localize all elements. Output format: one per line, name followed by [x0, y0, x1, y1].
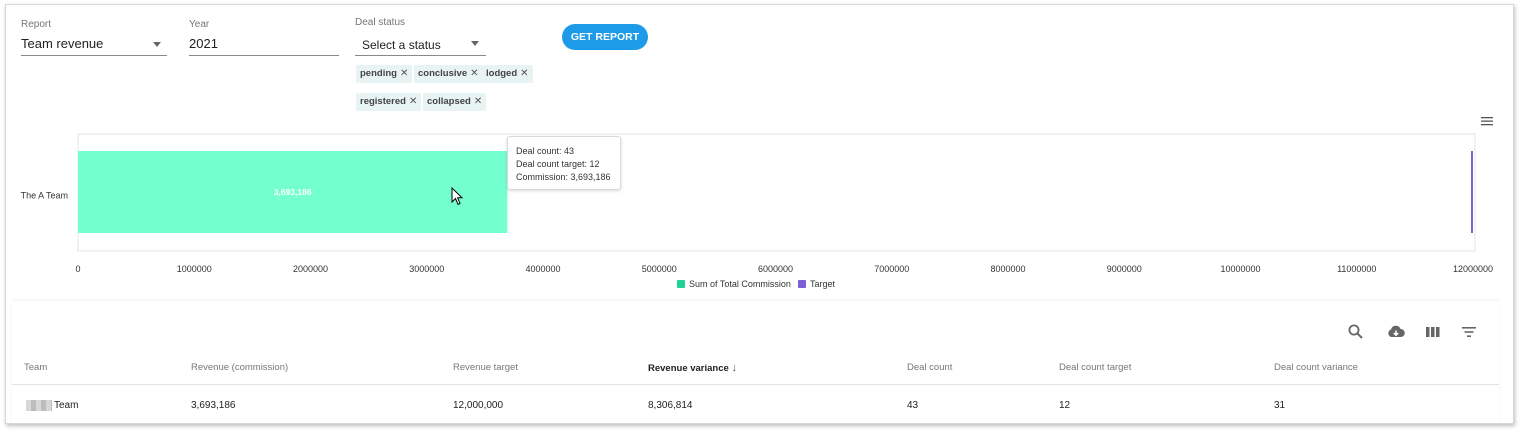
chevron-down-icon: [153, 42, 161, 47]
x-tick-label: 2000000: [293, 264, 328, 274]
cell-revenue-variance: 8,306,814: [648, 400, 693, 411]
x-tick-label: 12000000: [1453, 264, 1493, 274]
close-icon[interactable]: ✕: [400, 68, 408, 79]
cell-deal-count-target: 12: [1059, 400, 1071, 411]
cloud-download-icon[interactable]: [1386, 323, 1406, 341]
tooltip-deal-count-target: Deal count target: 12: [516, 159, 600, 169]
x-tick-label: 4000000: [525, 264, 560, 274]
x-tick-label: 6000000: [758, 264, 793, 274]
x-tick-label: 9000000: [1107, 264, 1142, 274]
legend-label: Target: [810, 279, 836, 289]
deal-status-label: Deal status: [355, 17, 406, 28]
year-label: Year: [189, 19, 210, 30]
x-tick-label: 10000000: [1220, 264, 1260, 274]
status-chip-registered[interactable]: registered ✕: [356, 93, 422, 111]
x-tick-label: 11000000: [1337, 264, 1376, 274]
x-tick-label: 0: [75, 264, 80, 274]
x-tick-label: 1000000: [177, 264, 212, 274]
report-label: Report: [21, 19, 52, 30]
cell-team: Team: [54, 400, 79, 411]
search-icon[interactable]: [1347, 323, 1365, 341]
status-chip-collapsed[interactable]: collapsed ✕: [423, 93, 487, 111]
chevron-down-icon: [471, 41, 479, 46]
deal-status-select[interactable]: Select a status: [355, 33, 486, 56]
header-divider: [12, 384, 1499, 385]
column-header-deal-count[interactable]: Deal count: [907, 362, 952, 373]
tooltip-deal-count: Deal count: 43: [516, 146, 575, 156]
year-value: 2021: [189, 36, 218, 51]
redacted-team-name: [26, 400, 52, 411]
target-marker: [1471, 151, 1473, 233]
column-header-revenue-commission[interactable]: Revenue (commission): [191, 362, 288, 373]
close-icon[interactable]: ✕: [409, 96, 417, 107]
report-select[interactable]: Team revenue: [21, 33, 167, 56]
x-tick-label: 5000000: [642, 264, 677, 274]
table-row[interactable]: Team 3,693,186 12,000,000 8,306,814 43 1…: [12, 387, 1499, 423]
legend-label: Sum of Total Commission: [689, 279, 791, 289]
column-header-deal-count-target[interactable]: Deal count target: [1059, 362, 1131, 373]
tooltip-commission: Commission: 3,693,186: [516, 172, 611, 182]
chart-tooltip: Deal count: 43 Deal count target: 12 Com…: [507, 136, 621, 190]
column-header-label: Revenue variance: [648, 363, 729, 374]
column-header-revenue-target[interactable]: Revenue target: [453, 362, 518, 373]
legend-swatch: [677, 280, 685, 288]
hamburger-menu-icon[interactable]: [1480, 115, 1494, 127]
report-table-panel: Team Revenue (commission) Revenue target…: [12, 301, 1499, 423]
status-chip-pending[interactable]: pending ✕: [356, 65, 413, 83]
close-icon[interactable]: ✕: [470, 68, 478, 79]
column-header-revenue-variance[interactable]: Revenue variance ↓: [648, 362, 737, 374]
arrow-down-icon: ↓: [731, 362, 737, 374]
report-window: Report Team revenue Year 2021 Deal statu…: [5, 4, 1514, 424]
status-chip-conclusive[interactable]: conclusive ✕: [414, 65, 483, 83]
close-icon[interactable]: ✕: [520, 68, 528, 79]
legend-swatch: [798, 280, 806, 288]
x-tick-label: 7000000: [874, 264, 909, 274]
mouse-cursor-icon: [451, 187, 464, 206]
bar-data-label: 3,693,186: [274, 187, 312, 197]
view-columns-icon[interactable]: [1424, 323, 1442, 341]
chip-label: registered: [360, 96, 406, 107]
x-tick-label: 3000000: [409, 264, 444, 274]
deal-status-placeholder: Select a status: [362, 38, 441, 52]
category-label: The A Team: [21, 191, 68, 201]
team-revenue-chart: 3,693,186 0 1000000 2000000 3000000 4000000 5…: [21, 133, 1493, 274]
report-value: Team revenue: [21, 36, 104, 51]
cell-revenue-target: 12,000,000: [453, 400, 504, 411]
get-report-button[interactable]: GET REPORT: [562, 24, 648, 50]
x-tick-label: 8000000: [990, 264, 1025, 274]
filter-icon[interactable]: [1460, 323, 1478, 341]
chip-label: collapsed: [427, 96, 471, 107]
chip-label: lodged: [486, 68, 518, 79]
close-icon[interactable]: ✕: [474, 96, 482, 107]
chip-label: pending: [360, 68, 397, 79]
cell-deal-count-variance: 31: [1274, 400, 1286, 411]
column-header-deal-count-variance[interactable]: Deal count variance: [1274, 362, 1358, 373]
chip-label: conclusive: [418, 68, 468, 79]
legend-item-commission[interactable]: Sum of Total Commission: [677, 279, 791, 289]
cell-revenue-commission: 3,693,186: [191, 400, 236, 411]
column-header-team[interactable]: Team: [24, 362, 47, 373]
cell-deal-count: 43: [907, 400, 919, 411]
year-input[interactable]: 2021: [189, 33, 339, 56]
legend-item-target[interactable]: Target: [798, 279, 835, 289]
status-chip-lodged[interactable]: lodged ✕: [482, 65, 533, 83]
